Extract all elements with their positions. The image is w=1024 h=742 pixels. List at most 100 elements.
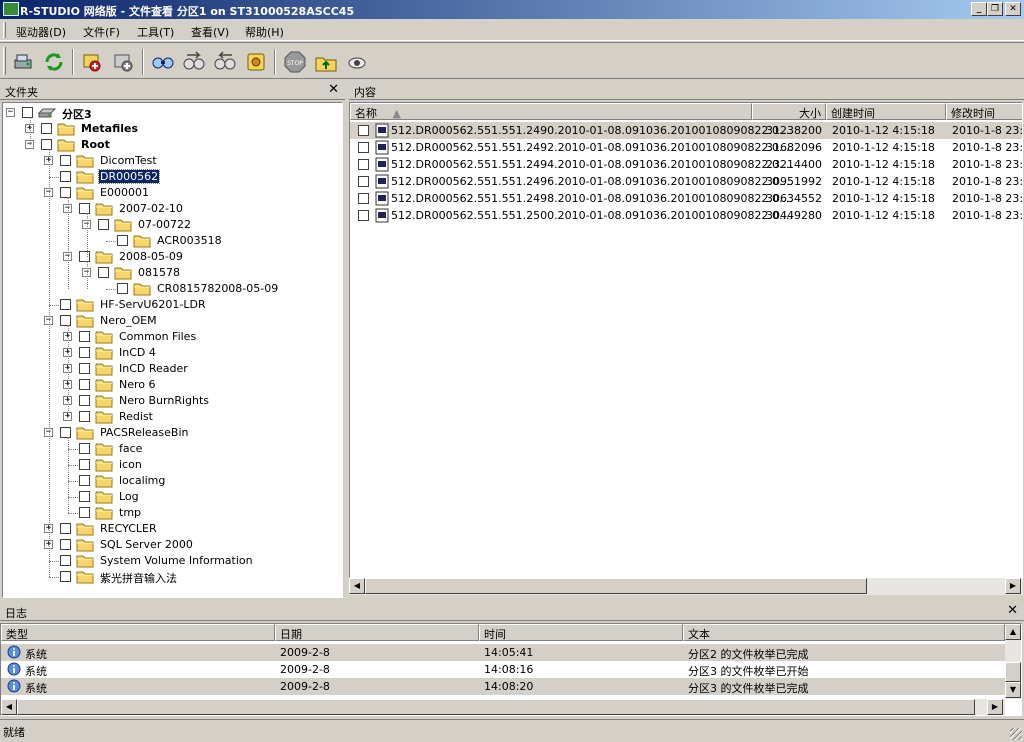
tree-item[interactable]: − PACSReleaseBin — [3, 425, 342, 441]
tree-item-checkbox[interactable] — [79, 379, 90, 390]
tree-item[interactable]: localimg — [3, 473, 342, 489]
content-list[interactable]: 名称 ▲ 大小 创建时间 修改时间 512.DR000562.551.551.2… — [349, 102, 1023, 578]
column-header-modified[interactable]: 修改时间 — [946, 103, 1022, 120]
log-row[interactable]: 系统 2009-2-8 14:05:41 分区2 的文件枚举已完成 — [1, 644, 1005, 661]
file-row[interactable]: 512.DR000562.551.551.2496.2010-01-08.091… — [350, 173, 1022, 190]
restore-button[interactable]: ❐ — [987, 2, 1003, 16]
menu-help[interactable]: 帮助(H) — [245, 24, 284, 40]
log-hscroll-thumb[interactable] — [17, 699, 975, 715]
file-checkbox[interactable] — [358, 125, 369, 136]
file-row[interactable]: 512.DR000562.551.551.2500.2010-01-08.091… — [350, 207, 1022, 224]
find-next-button[interactable] — [181, 49, 207, 75]
tree-item-checkbox[interactable] — [79, 459, 90, 470]
file-checkbox[interactable] — [358, 176, 369, 187]
content-horizontal-scrollbar[interactable]: ◀ ▶ — [349, 578, 1023, 595]
log-pane-close-icon[interactable]: ✕ — [1007, 603, 1018, 618]
tree-item-checkbox[interactable] — [79, 411, 90, 422]
tree-item[interactable]: −081578 — [3, 265, 342, 281]
scroll-right-arrow-icon[interactable]: ▶ — [987, 699, 1003, 715]
tree-item-checkbox[interactable] — [60, 539, 71, 550]
tree-item[interactable]: + Common Files — [3, 329, 342, 345]
tree-item-checkbox[interactable] — [79, 203, 90, 214]
close-window-button[interactable]: ✕ — [1005, 2, 1021, 16]
tree-item[interactable]: icon — [3, 457, 342, 473]
scroll-up-arrow-icon[interactable]: ▲ — [1005, 624, 1021, 640]
log-row[interactable]: 系统 2009-2-8 14:08:20 分区3 的文件枚举已完成 — [1, 678, 1005, 695]
tree-item-checkbox[interactable] — [60, 171, 71, 182]
tree-item[interactable]: − E000001 — [3, 185, 342, 201]
menu-view[interactable]: 查看(V) — [191, 24, 229, 40]
tree-item[interactable]: −2007-02-10 — [3, 201, 342, 217]
tree-item-checkbox[interactable] — [117, 283, 128, 294]
file-row[interactable]: 512.DR000562.551.551.2490.2010-01-08.091… — [350, 122, 1022, 139]
tree-item-checkbox[interactable] — [79, 507, 90, 518]
tree-item-checkbox[interactable] — [79, 491, 90, 502]
resize-grip-icon[interactable] — [1010, 728, 1022, 740]
tree-item[interactable]: + Redist — [3, 409, 342, 425]
tree-item[interactable]: + Nero 6 — [3, 377, 342, 393]
file-checkbox[interactable] — [358, 159, 369, 170]
tree-item-checkbox[interactable] — [41, 139, 52, 150]
recover-marked-button[interactable] — [111, 49, 137, 75]
file-checkbox[interactable] — [358, 142, 369, 153]
tree-item-checkbox[interactable] — [60, 427, 71, 438]
tree-item-checkbox[interactable] — [79, 475, 90, 486]
file-row[interactable]: 512.DR000562.551.551.2498.2010-01-08.091… — [350, 190, 1022, 207]
menu-tools[interactable]: 工具(T) — [137, 24, 174, 40]
tree-item-checkbox[interactable] — [60, 155, 71, 166]
minimize-button[interactable]: _ — [971, 2, 987, 16]
log-horizontal-scrollbar[interactable]: ◀ ▶ — [1, 699, 1005, 715]
tree-item[interactable]: + InCD 4 — [3, 345, 342, 361]
tree-item-checkbox[interactable] — [60, 523, 71, 534]
log-vertical-scrollbar[interactable]: ▲ ▼ — [1005, 624, 1021, 699]
tree-item[interactable]: tmp — [3, 505, 342, 521]
folder-pane-close-icon[interactable]: ✕ — [328, 82, 339, 97]
tree-item-checkbox[interactable] — [60, 187, 71, 198]
tree-item-checkbox[interactable] — [22, 107, 33, 118]
log-column-date[interactable]: 日期 — [275, 624, 479, 641]
tree-item[interactable]: − Root — [3, 137, 342, 153]
tree-item[interactable]: − Nero_OEM — [3, 313, 342, 329]
tree-item[interactable]: ACR003518 — [3, 233, 342, 249]
tree-item[interactable]: 紫光拼音输入法 — [3, 569, 342, 585]
refresh-button[interactable] — [41, 49, 67, 75]
tree-item[interactable]: DR000562 — [3, 169, 342, 185]
tree-item[interactable]: + InCD Reader — [3, 361, 342, 377]
file-row[interactable]: 512.DR000562.551.551.2492.2010-01-08.091… — [350, 139, 1022, 156]
tree-item-checkbox[interactable] — [41, 123, 52, 134]
tree-item-checkbox[interactable] — [60, 571, 71, 582]
menu-drive[interactable]: 驱动器(D) — [16, 24, 66, 40]
log-column-time[interactable]: 时间 — [479, 624, 683, 641]
column-header-created[interactable]: 创建时间 — [826, 103, 946, 120]
folder-tree[interactable]: − 分区3 + Metafiles − Root + DicomTest DR000562− E0… — [2, 102, 343, 598]
tree-item-checkbox[interactable] — [60, 555, 71, 566]
mask-button[interactable] — [243, 49, 269, 75]
tree-item[interactable]: Log — [3, 489, 342, 505]
log-column-text[interactable]: 文本 — [683, 624, 1005, 641]
drive-properties-button[interactable] — [10, 49, 36, 75]
scroll-thumb[interactable] — [365, 578, 867, 594]
find-button[interactable] — [150, 49, 176, 75]
menu-grip[interactable] — [3, 22, 6, 38]
scroll-left-arrow-icon[interactable]: ◀ — [1, 699, 17, 715]
preview-button[interactable] — [344, 49, 370, 75]
scroll-left-arrow-icon[interactable]: ◀ — [349, 578, 365, 594]
menu-file[interactable]: 文件(F) — [83, 24, 120, 40]
tree-item-checkbox[interactable] — [79, 347, 90, 358]
toolbar-grip[interactable] — [3, 47, 6, 75]
tree-item-checkbox[interactable] — [79, 443, 90, 454]
file-checkbox[interactable] — [358, 210, 369, 221]
log-list[interactable]: 类型 日期 时间 文本 系统 2009-2-8 14:05:41 分区2 的文件枚举已… — [0, 623, 1022, 716]
tree-item[interactable]: System Volume Information — [3, 553, 342, 569]
scroll-right-arrow-icon[interactable]: ▶ — [1005, 578, 1021, 594]
stop-button[interactable]: STOP — [282, 49, 308, 75]
tree-item[interactable]: + Metafiles — [3, 121, 342, 137]
tree-item-checkbox[interactable] — [79, 251, 90, 262]
tree-item[interactable]: HF-ServU6201-LDR — [3, 297, 342, 313]
file-checkbox[interactable] — [358, 193, 369, 204]
tree-item[interactable]: −07-00722 — [3, 217, 342, 233]
tree-item[interactable]: −2008-05-09 — [3, 249, 342, 265]
column-header-size[interactable]: 大小 — [752, 103, 826, 120]
tree-item-checkbox[interactable] — [79, 395, 90, 406]
log-scroll-thumb[interactable] — [1005, 662, 1021, 682]
